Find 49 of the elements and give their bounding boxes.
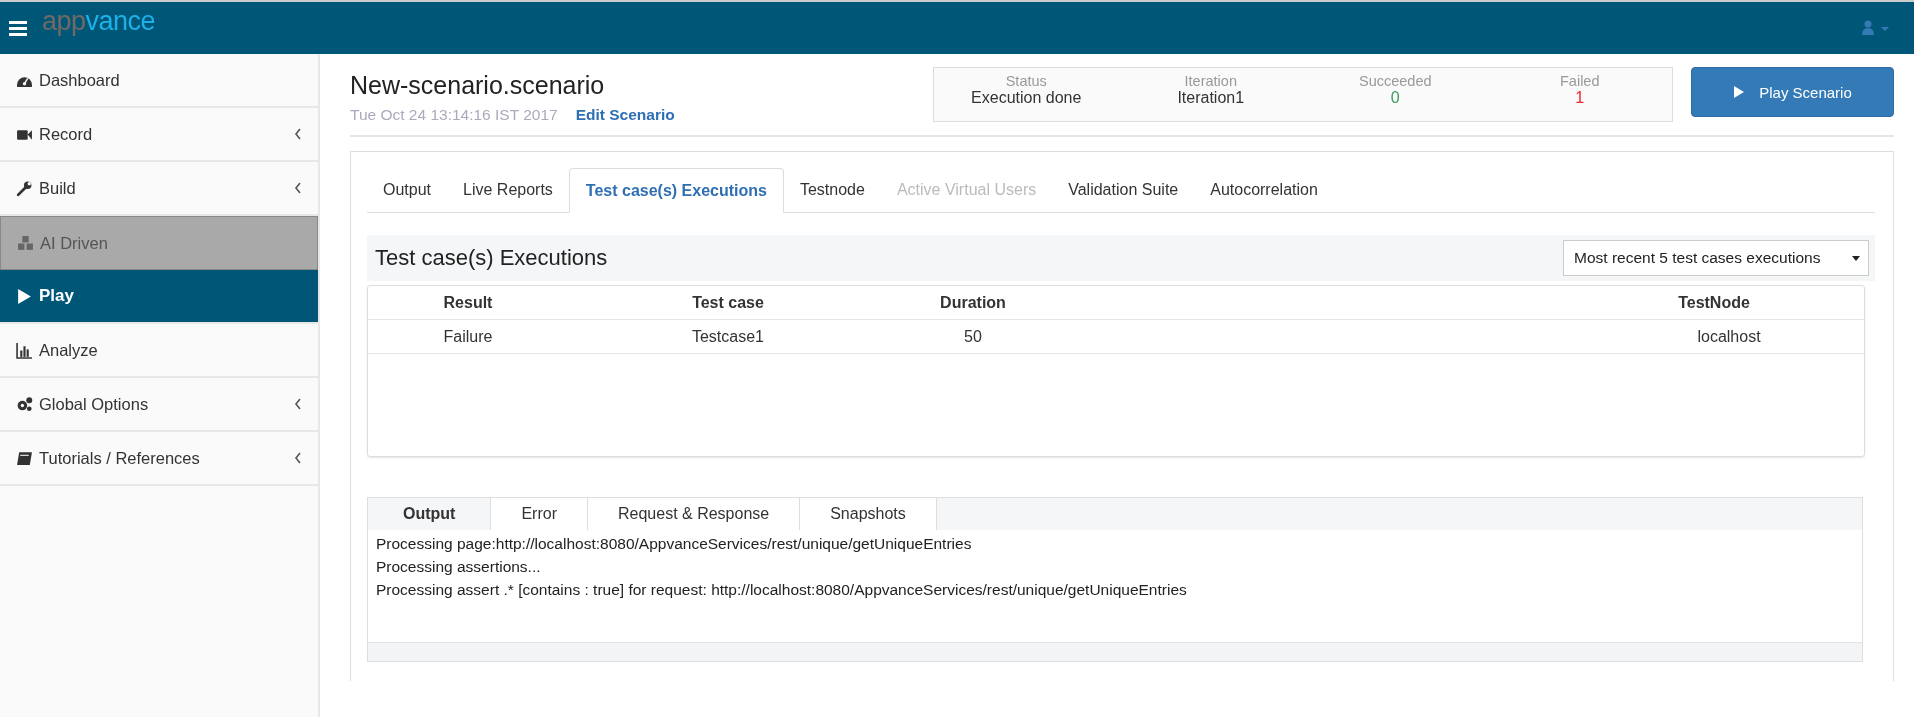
status-value: 1 (1575, 89, 1585, 107)
output-tab[interactable]: Snapshots (800, 498, 937, 530)
sidebar-item[interactable]: Dashboard (0, 54, 318, 108)
column-header: Test case (691, 293, 765, 312)
tab[interactable]: Autocorrelation (1194, 168, 1334, 212)
menu-icon[interactable] (9, 20, 27, 36)
status-label: Failed (1560, 73, 1600, 89)
tab[interactable]: Validation Suite (1052, 168, 1195, 212)
column-header: Result (442, 293, 494, 312)
scenario-date: Tue Oct 24 13:14:16 IST 2017 (350, 106, 558, 123)
output-tab[interactable]: Error (491, 498, 588, 530)
table-cell-text: Failure (442, 327, 494, 346)
log-line: Processing assertions... (376, 557, 542, 577)
status-value: 0 (1390, 89, 1400, 107)
sidebar-item[interactable]: Record (0, 108, 318, 162)
sidebar-item[interactable]: Play (0, 270, 318, 324)
play-icon (16, 287, 33, 305)
status-value: Execution done (971, 89, 1082, 107)
column-header: Duration (939, 293, 1007, 312)
status-label: Status (1005, 73, 1047, 89)
cubes-icon (17, 234, 34, 252)
wrench-icon (16, 179, 33, 197)
tab[interactable]: Live Reports (447, 168, 569, 212)
output-tab[interactable]: Request & Response (588, 498, 801, 530)
table-cell-text: 50 (963, 327, 983, 346)
caret-icon (1852, 255, 1860, 261)
chart-icon (16, 341, 33, 359)
gears-icon (16, 395, 33, 413)
log-line: Processing assert .* [contains : true] for request: http://localhost:8080/AppvanceServices/rest/unique/getUniqueEntries (376, 580, 1188, 600)
table-cell-text: localhost (1696, 327, 1762, 346)
book-icon (16, 449, 33, 467)
play-scenario-button[interactable]: Play Scenario (1691, 67, 1894, 117)
status-value: Iteration1 (1177, 89, 1245, 107)
log-line: Processing page:http://localhost:8080/AppvanceServices/rest/unique/getUniqueEntries (376, 534, 973, 554)
tab[interactable]: Testnode (783, 168, 881, 212)
table-cell-text: Testcase1 (690, 327, 765, 346)
sidebar-item[interactable]: Analyze (0, 324, 318, 378)
play-icon (1733, 85, 1746, 99)
status-label: Iteration (1184, 73, 1237, 89)
executions-filter-dropdown[interactable]: Most recent 5 test cases executions (1563, 240, 1869, 276)
column-header: TestNode (1677, 293, 1751, 312)
status-label: Succeeded (1358, 73, 1432, 89)
tab[interactable]: Test case(s) Executions (568, 168, 784, 213)
sidebar-item[interactable]: Global Options (0, 378, 318, 432)
sidebar-item[interactable]: Tutorials / References (0, 432, 318, 486)
tab[interactable]: Output (367, 168, 448, 212)
scenario-title: New-scenario.scenario (350, 71, 606, 100)
section-title: Test case(s) Executions (375, 245, 608, 271)
edit-scenario-link[interactable]: Edit Scenario (575, 106, 675, 123)
